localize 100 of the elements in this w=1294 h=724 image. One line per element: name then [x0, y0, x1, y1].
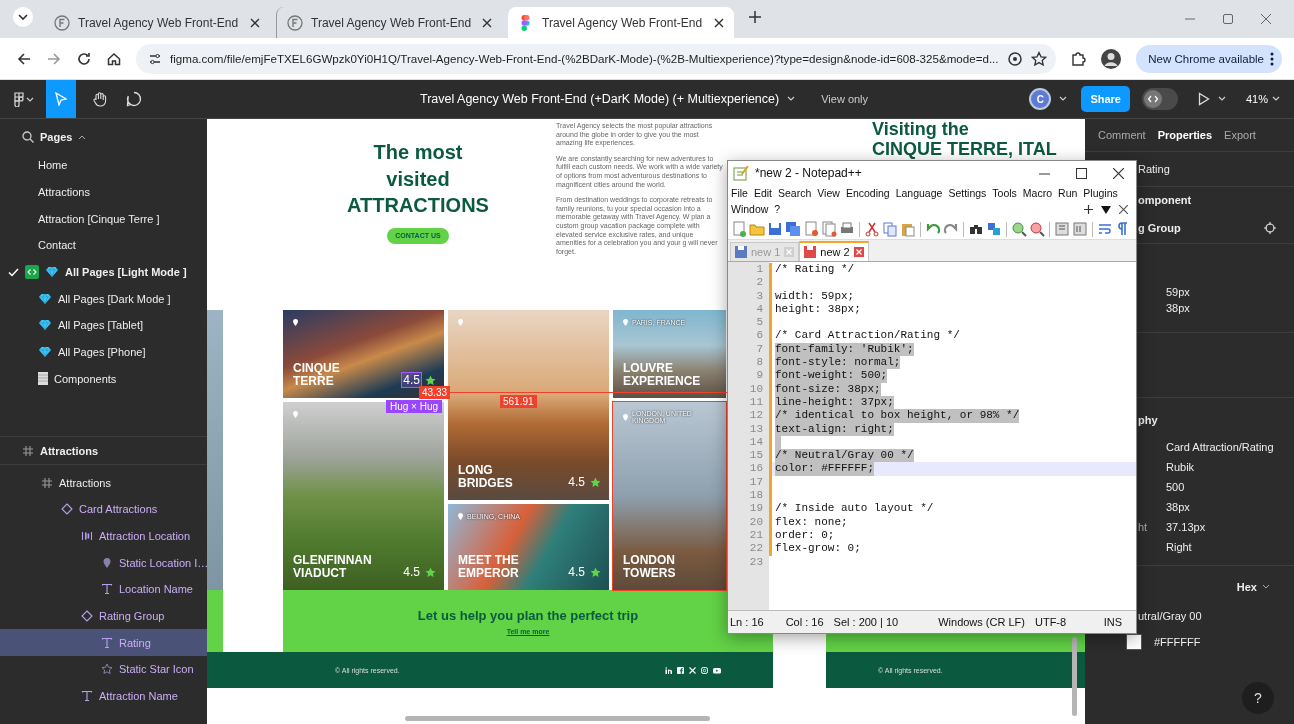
- sync-vertical-icon[interactable]: [1054, 221, 1070, 237]
- search-icon[interactable]: [22, 131, 34, 143]
- menu-item[interactable]: Encoding: [845, 186, 890, 202]
- page-item[interactable]: All Pages [Phone]: [0, 338, 207, 366]
- menu-item[interactable]: Macro: [1022, 186, 1053, 202]
- menu-item[interactable]: Tools: [992, 186, 1017, 202]
- back-icon[interactable]: [16, 50, 32, 67]
- pages-header[interactable]: Pages: [40, 131, 73, 143]
- copy-icon[interactable]: [882, 221, 898, 237]
- bookmark-star-icon[interactable]: [1030, 50, 1047, 67]
- caret-icon[interactable]: [1059, 96, 1068, 102]
- save-all-icon[interactable]: [785, 221, 801, 237]
- cut-icon[interactable]: [864, 221, 880, 237]
- hand-tool-icon[interactable]: [92, 91, 108, 107]
- add-icon[interactable]: [1084, 204, 1093, 214]
- menu-item[interactable]: Settings: [948, 186, 987, 202]
- dev-mode-toggle[interactable]: [1141, 88, 1178, 110]
- page-item[interactable]: Attractions: [0, 178, 207, 206]
- lens-icon[interactable]: [1006, 50, 1023, 67]
- page-item[interactable]: All Pages [Tablet]: [0, 312, 207, 339]
- target-icon[interactable]: [1264, 222, 1276, 234]
- color-swatch[interactable]: [1126, 634, 1142, 650]
- layer-item[interactable]: Card Attractions: [0, 495, 207, 523]
- component-name[interactable]: g Group: [1138, 222, 1181, 234]
- vertical-scrollbar[interactable]: [1072, 637, 1077, 716]
- replace-icon[interactable]: [986, 221, 1002, 237]
- update-button[interactable]: New Chrome available: [1136, 44, 1282, 73]
- heading-line: CINQUE TERRE, ITAL: [872, 139, 1058, 159]
- panel-tab[interactable]: Properties: [1157, 129, 1213, 141]
- caret-icon[interactable]: [1217, 96, 1226, 102]
- panel-tab[interactable]: Comment: [1098, 129, 1146, 141]
- layer-item[interactable]: Static Star Icon: [0, 656, 207, 683]
- menu-item[interactable]: Language: [895, 186, 943, 202]
- word-wrap-icon[interactable]: [1097, 221, 1113, 237]
- maximize-icon[interactable]: [1076, 167, 1087, 179]
- paste-icon[interactable]: [900, 221, 916, 237]
- restore-icon[interactable]: [1222, 13, 1234, 25]
- close-all-icon[interactable]: [821, 221, 837, 237]
- browser-tab[interactable]: Travel Agency Web Front-End: [44, 7, 270, 38]
- menu-item[interactable]: Plugins: [1083, 186, 1118, 202]
- extension-icon[interactable]: [1070, 50, 1087, 67]
- new-file-icon[interactable]: [731, 221, 747, 237]
- star-outline-icon: [101, 663, 113, 676]
- menu-item[interactable]: Edit: [753, 186, 772, 202]
- menu-item[interactable]: ?: [774, 201, 781, 217]
- page-item[interactable]: All Pages [Light Mode ]: [0, 258, 207, 286]
- dropdown-triangle-icon[interactable]: [1101, 204, 1111, 214]
- close-icon[interactable]: [714, 17, 724, 28]
- new-tab-icon[interactable]: [748, 10, 762, 24]
- menu-item[interactable]: Window: [731, 201, 769, 217]
- layer-item[interactable]: Rating Group: [0, 602, 207, 630]
- sync-horizontal-icon[interactable]: [1072, 221, 1088, 237]
- color-format-menu[interactable]: Hex: [1236, 581, 1257, 593]
- layer-item[interactable]: Attraction Location: [0, 522, 207, 550]
- zoom-out-icon[interactable]: [1029, 221, 1045, 237]
- save-icon[interactable]: [767, 221, 783, 237]
- home-icon[interactable]: [106, 50, 122, 67]
- user-avatar[interactable]: C: [1029, 88, 1052, 110]
- file-tab[interactable]: new 2: [799, 241, 869, 261]
- forward-icon[interactable]: [46, 50, 62, 67]
- help-button[interactable]: ?: [1242, 682, 1274, 714]
- page-item[interactable]: Contact: [0, 232, 207, 259]
- star-icon: [590, 476, 601, 488]
- close-window-icon[interactable]: [1113, 167, 1124, 179]
- zoom-menu[interactable]: 41%: [1245, 93, 1280, 105]
- close-icon[interactable]: [1119, 204, 1128, 214]
- menu-item[interactable]: File: [731, 186, 748, 202]
- address-bar[interactable]: figma.com/file/emjFeTXEL6GWpzk0Yi0H1Q/Travel-Agency-Web-Front-End-(%2BDarK-Mode)-(%2B-Multiexperience)?type=design&node-id=608-325&mode=d...: [136, 43, 1057, 74]
- page-item[interactable]: Components: [0, 365, 207, 393]
- caret-icon[interactable]: [787, 96, 796, 102]
- layer-item[interactable]: Attraction Name: [0, 682, 207, 710]
- horizontal-scrollbar[interactable]: [405, 716, 710, 721]
- page-item[interactable]: Home: [0, 152, 207, 179]
- page-item[interactable]: Attraction [Cinque Terre ]: [0, 205, 207, 233]
- caret-up-icon[interactable]: [78, 134, 87, 140]
- browser-tab[interactable]: Travel Agency Web Front-End: [508, 7, 734, 38]
- tab-search-icon[interactable]: [12, 6, 34, 28]
- comment-icon[interactable]: [126, 91, 142, 107]
- component-diamond-icon: [61, 503, 73, 516]
- file-title[interactable]: Travel Agency Web Front-End (+DarK Mode) (+ Multiexperience): [420, 92, 780, 106]
- panel-tab[interactable]: Export: [1224, 129, 1256, 141]
- caret-icon[interactable]: [1262, 584, 1270, 590]
- close-icon[interactable]: [250, 17, 260, 28]
- profile-avatar-icon[interactable]: [1100, 47, 1123, 70]
- tab-close-icon[interactable]: [853, 247, 864, 257]
- menu-item[interactable]: View: [817, 186, 840, 202]
- reload-icon[interactable]: [76, 50, 92, 67]
- layer-item[interactable]: Rating: [0, 629, 207, 656]
- zoom-in-icon[interactable]: [1011, 221, 1027, 237]
- property-value: Rubik: [1166, 461, 1196, 473]
- menu-item[interactable]: Search: [778, 186, 812, 202]
- close-icon[interactable]: [482, 17, 492, 28]
- layer-item[interactable]: Attractions: [0, 469, 207, 496]
- menu-item[interactable]: Run: [1058, 186, 1078, 202]
- play-icon[interactable]: [1197, 92, 1210, 106]
- page-item[interactable]: All Pages [Dark Mode ]: [0, 285, 207, 313]
- close-file-icon[interactable]: [803, 221, 819, 237]
- main-menu-icon[interactable]: [12, 91, 34, 107]
- layer-item[interactable]: Location Name: [0, 575, 207, 603]
- layer-item[interactable]: Static Location I…: [0, 549, 207, 576]
